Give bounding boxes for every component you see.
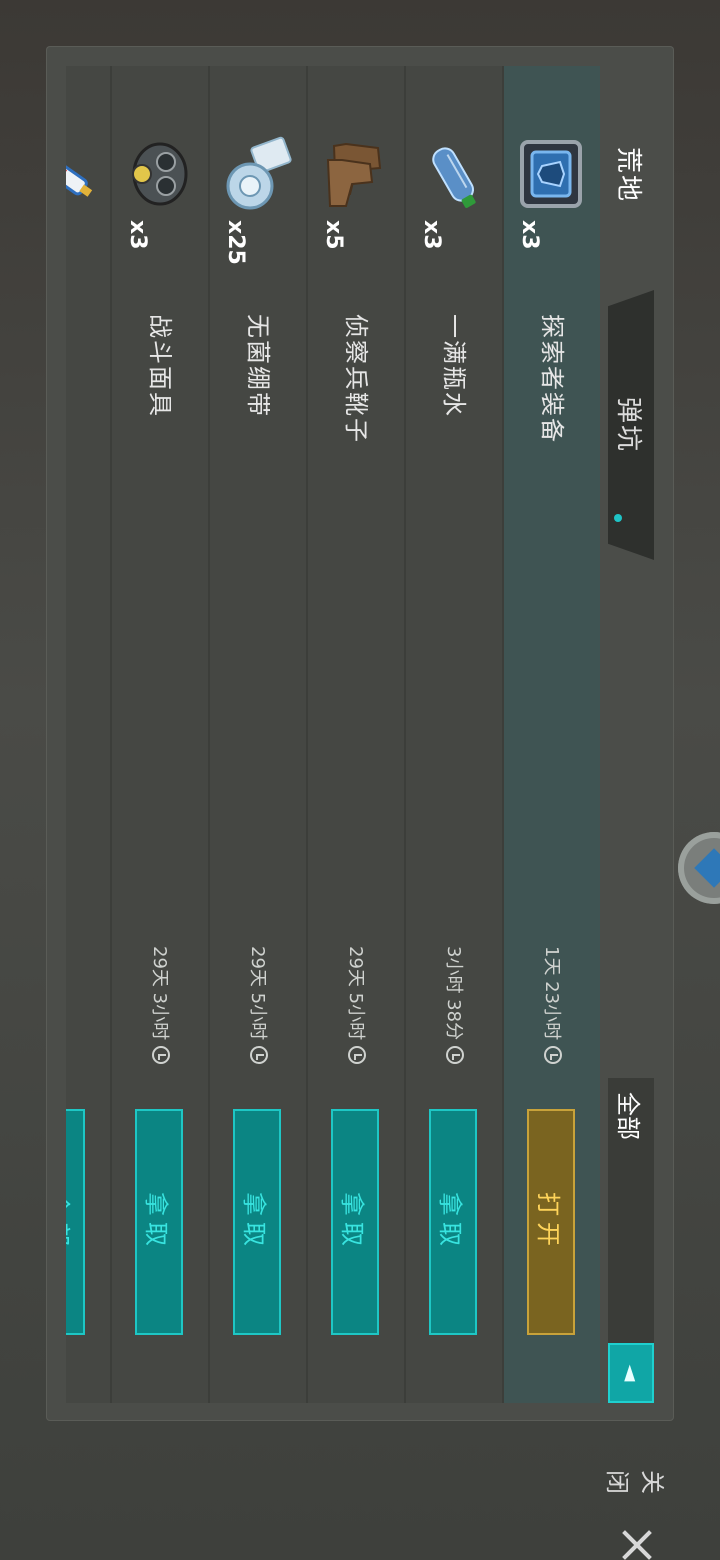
list-item[interactable]: x3 战斗面具 29天 3小时 拿取 bbox=[110, 66, 208, 1403]
item-quantity: x3 bbox=[419, 220, 444, 250]
timer-text: 29天 5小时 bbox=[345, 946, 366, 1041]
clock-icon bbox=[348, 1046, 366, 1065]
cube-icon bbox=[694, 848, 720, 888]
list-item[interactable]: x3 一满瓶水 3小时 38分 拿取 bbox=[404, 66, 502, 1403]
list-item[interactable]: x25 无菌绷带 29天 5小时 拿取 bbox=[208, 66, 306, 1403]
close-label: 关闭 bbox=[603, 1470, 666, 1494]
item-name: 无菌绷带 bbox=[244, 314, 272, 418]
timer-text: 1天 23小时 bbox=[541, 946, 562, 1041]
timer-text: 29天 3小时 bbox=[149, 946, 170, 1041]
sterile-bandage-icon bbox=[226, 136, 292, 210]
take-button[interactable]: 拿取 bbox=[331, 1109, 379, 1335]
timer-text: … bbox=[66, 946, 76, 964]
take-all-button[interactable]: 全部 bbox=[66, 1109, 85, 1335]
list-item[interactable]: x3 探索者装备 1天 23小时 打开 bbox=[502, 66, 600, 1403]
explorer-kit-icon bbox=[520, 140, 582, 208]
water-bottle-icon bbox=[432, 147, 476, 208]
item-name: 一满瓶水 bbox=[440, 314, 468, 418]
take-button[interactable]: 拿取 bbox=[233, 1109, 281, 1335]
tab-wasteland-label: 荒地 bbox=[613, 146, 644, 203]
item-timer: … bbox=[66, 946, 76, 964]
item-timer: 1天 23小时 bbox=[540, 946, 566, 1065]
open-button[interactable]: 打开 bbox=[527, 1109, 575, 1335]
item-timer: 29天 5小时 bbox=[246, 946, 272, 1065]
clock-icon bbox=[544, 1046, 562, 1065]
close-button[interactable]: 关闭 bbox=[602, 1470, 672, 1560]
tab-crater[interactable]: 弹坑 bbox=[608, 290, 654, 560]
item-timer: 3小时 38分 bbox=[442, 946, 468, 1065]
filter-dropdown[interactable]: 全部 ◄ bbox=[608, 1078, 654, 1403]
item-name: 战斗面具 bbox=[146, 314, 174, 418]
item-name: 侦察兵靴子 bbox=[342, 314, 370, 444]
item-list[interactable]: x3 探索者装备 1天 23小时 打开 x3 一满瓶水 3小时 38分 拿取 x… bbox=[66, 66, 600, 1403]
item-name: … bbox=[66, 314, 82, 340]
rotated-stage: 荒地 弹坑 全部 ◄ x3 探索者装备 1天 23小时 打开 x3 一满瓶水 3… bbox=[0, 0, 720, 1560]
item-name: 探索者装备 bbox=[538, 314, 566, 444]
timer-text: 29天 5小时 bbox=[247, 946, 268, 1041]
clock-icon bbox=[250, 1046, 268, 1065]
take-button[interactable]: 拿取 bbox=[135, 1109, 183, 1335]
item-quantity: x25 bbox=[223, 220, 248, 265]
item-quantity: x3 bbox=[517, 220, 542, 250]
close-icon bbox=[620, 1528, 654, 1560]
item-quantity: x3 bbox=[125, 220, 150, 250]
list-item[interactable]: x5 侦察兵靴子 29天 5小时 拿取 bbox=[306, 66, 404, 1403]
item-timer: 29天 5小时 bbox=[344, 946, 370, 1065]
new-indicator-dot bbox=[614, 514, 622, 522]
item-timer: 29天 3小时 bbox=[148, 946, 174, 1065]
tab-wasteland[interactable]: 荒地 bbox=[608, 66, 654, 284]
item-quantity: x5 bbox=[321, 220, 346, 250]
take-button[interactable]: 拿取 bbox=[429, 1109, 477, 1335]
chevron-left-icon: ◄ bbox=[618, 1364, 644, 1382]
timer-text: 3小时 38分 bbox=[443, 946, 464, 1041]
combat-mask-icon bbox=[132, 142, 188, 206]
list-item[interactable]: … … 全部 bbox=[66, 66, 110, 1403]
tab-crater-label: 弹坑 bbox=[613, 396, 644, 453]
syringe-icon bbox=[66, 150, 93, 197]
scout-boots-icon bbox=[326, 142, 382, 207]
side-cube-button[interactable] bbox=[678, 832, 720, 904]
filter-label: 全部 bbox=[614, 1092, 643, 1140]
clock-icon bbox=[152, 1046, 170, 1065]
dropdown-toggle-button[interactable]: ◄ bbox=[608, 1343, 654, 1403]
clock-icon bbox=[446, 1046, 464, 1065]
